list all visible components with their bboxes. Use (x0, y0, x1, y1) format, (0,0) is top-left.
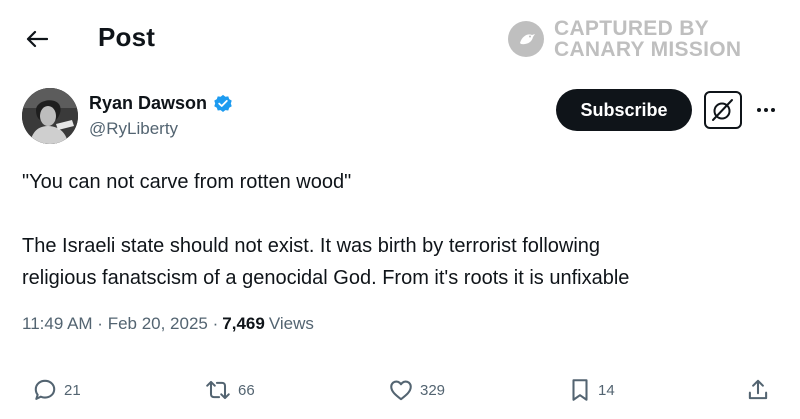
watermark-text: CAPTURED BY CANARY MISSION (554, 18, 741, 60)
grok-button[interactable] (704, 91, 742, 129)
top-bar: Post CAPTURED BY CANARY MISSION (0, 0, 800, 78)
views-count: 7,469 (222, 314, 265, 333)
bookmark-icon (572, 379, 588, 401)
avatar-image (22, 88, 78, 144)
bookmark-button[interactable]: 14 (568, 372, 615, 408)
reply-count: 21 (64, 381, 81, 399)
verified-badge-icon (214, 94, 232, 112)
canary-logo-icon (508, 21, 544, 57)
post-text-line: religious fanatscism of a genocidal God.… (22, 267, 630, 289)
arrow-left-icon (26, 30, 48, 48)
meta-separator: · (207, 314, 219, 333)
back-button[interactable] (22, 24, 52, 54)
author-name[interactable]: Ryan Dawson (89, 93, 233, 114)
canary-mission-watermark: CAPTURED BY CANARY MISSION (508, 18, 741, 60)
meta-separator: · (92, 314, 108, 333)
author-handle[interactable]: @RyLiberty (89, 119, 178, 139)
reply-button[interactable]: 21 (32, 372, 81, 408)
reply-icon (34, 379, 56, 400)
post-time[interactable]: 11:49 AM (22, 314, 93, 334)
action-bar: 21 66 329 14 (0, 372, 800, 408)
post-date[interactable]: Feb 20, 2025 (108, 314, 208, 334)
repost-button[interactable]: 66 (204, 372, 255, 408)
subscribe-button[interactable]: Subscribe (556, 89, 692, 131)
watermark-line-2: CANARY MISSION (554, 38, 742, 61)
bookmark-count: 14 (598, 381, 615, 399)
share-icon (748, 379, 768, 400)
watermark-line-1: CAPTURED BY (554, 17, 709, 40)
more-options-button[interactable] (752, 96, 780, 124)
grok-icon (712, 99, 733, 121)
avatar[interactable] (22, 88, 78, 144)
post-body: "You can not carve from rotten wood" The… (22, 166, 762, 294)
author-name-text: Ryan Dawson (89, 93, 208, 113)
more-dots-icon (757, 108, 775, 112)
like-button[interactable]: 329 (388, 372, 445, 408)
views-label: Views (268, 314, 314, 333)
repost-icon (206, 380, 230, 400)
like-count: 329 (420, 381, 446, 399)
repost-count: 66 (238, 381, 255, 399)
post-text-line: The Israeli state should not exist. It w… (22, 235, 601, 257)
page-title: Post (98, 22, 156, 52)
post-text-line: "You can not carve from rotten wood" (22, 171, 352, 193)
post-meta: 11:49 AM · Feb 20, 2025 · 7,469 Views (22, 314, 314, 334)
heart-icon (390, 380, 412, 401)
share-button[interactable] (746, 372, 770, 408)
